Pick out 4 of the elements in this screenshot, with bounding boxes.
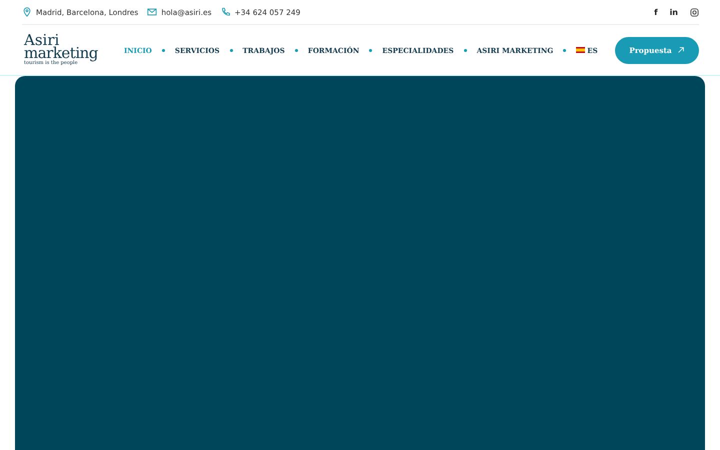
social-link[interactable]: in: [670, 8, 678, 16]
logo-text[interactable]: marketing: [24, 47, 124, 60]
logo-text[interactable]: Asiri: [24, 34, 124, 47]
social-link[interactable]: f: [654, 8, 658, 16]
